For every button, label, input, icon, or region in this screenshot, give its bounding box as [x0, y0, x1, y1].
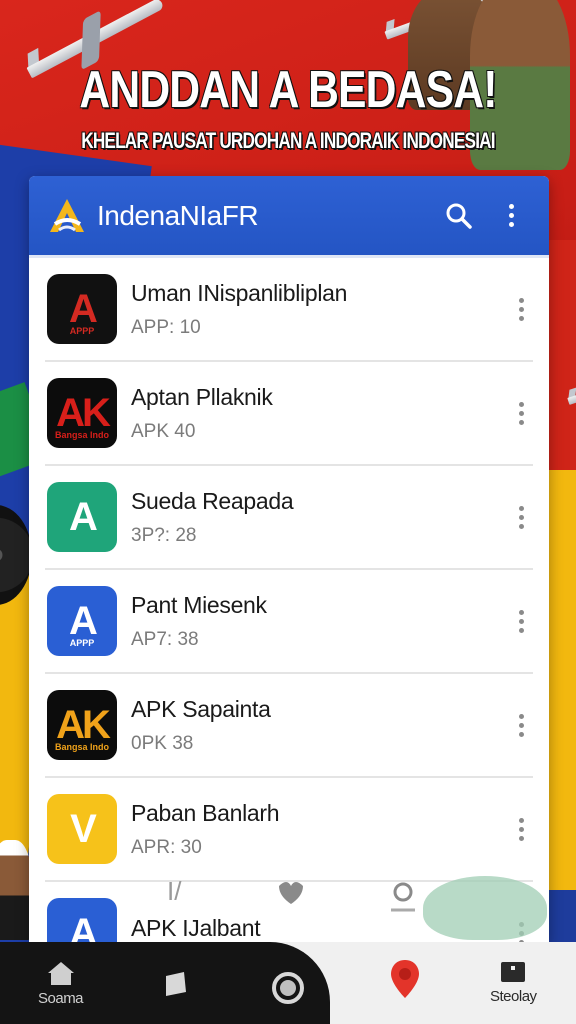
app-title: APK Sapainta	[131, 695, 271, 722]
banner-headline: ANDDAN A BEDASA!	[79, 61, 497, 119]
app-icon-letter: V	[70, 806, 97, 851]
app-subtitle: 0PK 38	[131, 732, 194, 754]
nav-item-stats[interactable]: Steolay	[490, 960, 537, 1005]
nav-label-home: Soama	[38, 990, 84, 1007]
app-icon: V	[47, 794, 117, 864]
search-icon	[446, 203, 472, 229]
app-subtitle: APP: 10	[131, 316, 201, 338]
app-icon-caption: APPP	[69, 326, 95, 336]
nav-label-stats: Steolay	[490, 988, 537, 1005]
nav-item-center[interactable]	[270, 970, 306, 1006]
app-text: Sueda Reapada 3P?: 28	[131, 488, 509, 547]
app-text: Paban Banlarh APR: 30	[131, 800, 509, 859]
person-image	[0, 840, 32, 940]
app-bar: IndenaNIaFR	[29, 176, 549, 258]
app-list-item[interactable]: AK Bangsa Indo Aptan Pllaknik APK 40	[45, 362, 533, 466]
app-icon: A APPP	[47, 274, 117, 344]
app-icon-letter: A	[69, 598, 98, 643]
more-vert-icon[interactable]	[509, 817, 533, 841]
more-vert-icon[interactable]	[509, 609, 533, 633]
app-icon-letter: A	[69, 494, 98, 539]
nav-item-recents[interactable]	[162, 970, 190, 998]
nav-item-home[interactable]: Soama	[38, 960, 84, 1007]
app-store-card: IndenaNIaFR A APPP Uman INispanlibliplan AP…	[29, 176, 549, 944]
tablet-icon	[501, 962, 526, 982]
bottom-navigation: Soama Steolay	[0, 942, 576, 1024]
app-icon: A	[47, 482, 117, 552]
floating-action-button[interactable]	[423, 876, 547, 940]
more-vert-icon[interactable]	[509, 297, 533, 321]
app-text: APK Sapainta 0PK 38	[131, 696, 509, 755]
home-icon	[47, 962, 74, 985]
app-icon-letter: AK	[56, 390, 111, 435]
app-icon: A	[47, 898, 117, 944]
nav-item-location[interactable]	[388, 958, 422, 1006]
app-title: Sueda Reapada	[131, 487, 294, 514]
more-vert-icon[interactable]	[509, 505, 533, 529]
square-icon	[166, 972, 186, 996]
app-icon-letter: A	[69, 286, 98, 331]
app-title: Aptan Pllaknik	[131, 383, 273, 410]
map-pin-icon	[391, 960, 419, 998]
app-list-item[interactable]: A Sueda Reapada 3P?: 28	[45, 466, 533, 570]
app-title: Pant Miesenk	[131, 591, 267, 618]
more-vert-icon[interactable]	[509, 401, 533, 425]
app-icon-letter: AK	[56, 702, 111, 747]
app-text: Pant Miesenk AP7: 38	[131, 592, 509, 651]
more-vert-icon[interactable]	[509, 713, 533, 737]
app-logo-icon	[50, 198, 84, 232]
more-vert-icon	[508, 204, 514, 227]
app-icon-caption: APPP	[69, 638, 95, 648]
app-icon-letter: A	[69, 910, 98, 945]
app-list-item[interactable]: A APPP Pant Miesenk AP7: 38	[45, 570, 533, 674]
app-icon: AK Bangsa Indo	[47, 378, 117, 448]
app-text: Aptan Pllaknik APK 40	[131, 384, 509, 443]
search-button[interactable]	[437, 194, 481, 238]
app-list-item[interactable]: A APPP Uman INispanlibliplan APP: 10	[45, 258, 533, 362]
app-icon-caption: Bangsa Indo	[54, 742, 109, 752]
app-subtitle: AP7: 38	[131, 628, 199, 650]
app-subtitle: 3P?: 28	[131, 524, 197, 546]
app-title: IndenaNIaFR	[97, 199, 259, 231]
app-title: Paban Banlarh	[131, 799, 280, 826]
app-list: A APPP Uman INispanlibliplan APP: 10 AK Bangs…	[29, 258, 549, 944]
app-subtitle: APR: 30	[131, 836, 202, 858]
app-icon: AK Bangsa Indo	[47, 690, 117, 760]
overflow-menu-button[interactable]	[489, 194, 533, 238]
app-text: Uman INispanlibliplan APP: 10	[131, 280, 509, 339]
app-icon-caption: Bangsa Indo	[54, 430, 109, 440]
app-list-item[interactable]: V Paban Banlarh APR: 30	[45, 778, 533, 882]
banner-subheadline: KHELAR PAUSAT URDOHAN A INDORAIK INDONES…	[81, 128, 495, 153]
app-title: Uman INispanlibliplan	[131, 279, 348, 306]
app-list-item[interactable]: AK Bangsa Indo APK Sapainta 0PK 38	[45, 674, 533, 778]
circle-icon	[272, 972, 304, 1004]
app-icon: A APPP	[47, 586, 117, 656]
app-subtitle: APK 40	[131, 420, 196, 442]
